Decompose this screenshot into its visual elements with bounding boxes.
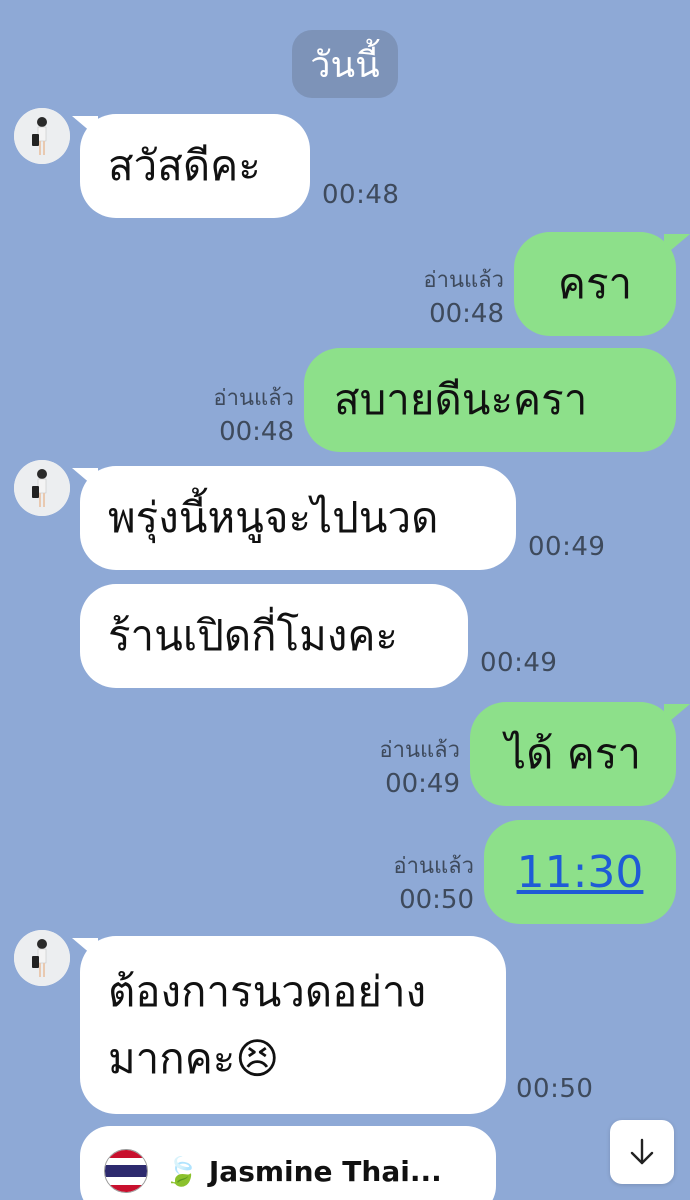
read-receipt: อ่านแล้ว (393, 854, 474, 879)
message-text: สบายดีนะครา (334, 374, 588, 424)
message-meta: อ่านแล้ว 00:48 (380, 262, 504, 329)
date-divider: วันนี้ (292, 30, 398, 98)
scroll-to-bottom-button[interactable] (610, 1120, 674, 1184)
message-time: 00:48 (219, 417, 294, 447)
read-receipt: อ่านแล้ว (213, 386, 294, 411)
sender-avatar[interactable] (14, 930, 70, 986)
message-time: 00:49 (480, 648, 558, 678)
incoming-message[interactable]: สวัสดีคะ (80, 114, 310, 218)
outgoing-message[interactable]: สบายดีนะครา (304, 348, 676, 452)
outgoing-message[interactable]: ได้ ครา (470, 702, 676, 806)
message-text: พรุ่งนี้หนูจะไปนวด (108, 492, 439, 542)
read-receipt: อ่านแล้ว (379, 738, 460, 763)
message-time: 00:48 (429, 299, 504, 329)
message-text: ร้านเปิดกี่โมงคะ (108, 610, 398, 660)
card-title: Jasmine Thai... (208, 1154, 442, 1188)
message-text: ได้ ครา (505, 728, 641, 778)
shared-link-card[interactable]: 🍃 Jasmine Thai... (80, 1126, 496, 1200)
message-link[interactable]: 11:30 (517, 845, 644, 900)
message-time: 00:49 (528, 532, 606, 562)
outgoing-message[interactable]: ครา (514, 232, 676, 336)
message-time: 00:50 (399, 885, 474, 915)
message-meta: อ่านแล้ว 00:49 (336, 732, 460, 799)
message-meta: อ่านแล้ว 00:50 (350, 848, 474, 915)
message-time: 00:48 (322, 180, 400, 210)
sender-avatar[interactable] (14, 108, 70, 164)
message-text: สวัสดีคะ (108, 140, 261, 190)
message-time: 00:50 (516, 1074, 594, 1104)
read-receipt: อ่านแล้ว (423, 268, 504, 293)
incoming-message[interactable]: ร้านเปิดกี่โมงคะ (80, 584, 468, 688)
flag-logo-icon (104, 1149, 148, 1193)
message-text-line-1: ต้องการนวดอย่าง (108, 966, 427, 1016)
message-text: ครา (557, 258, 633, 308)
message-meta: อ่านแล้ว 00:48 (160, 380, 294, 447)
message-time: 00:49 (385, 769, 460, 799)
avatar-photo-icon (14, 460, 70, 516)
sender-avatar[interactable] (14, 460, 70, 516)
outgoing-message[interactable]: 11:30 (484, 820, 676, 924)
incoming-message[interactable]: พรุ่งนี้หนูจะไปนวด (80, 466, 516, 570)
leaf-icon: 🍃 (164, 1154, 199, 1188)
avatar-photo-icon (14, 930, 70, 986)
incoming-message[interactable]: ต้องการนวดอย่าง มากคะ😣 (80, 936, 506, 1114)
arrow-down-icon (630, 1138, 654, 1165)
message-text-line-2: มากคะ😣 (108, 1034, 280, 1083)
avatar-photo-icon (14, 108, 70, 164)
